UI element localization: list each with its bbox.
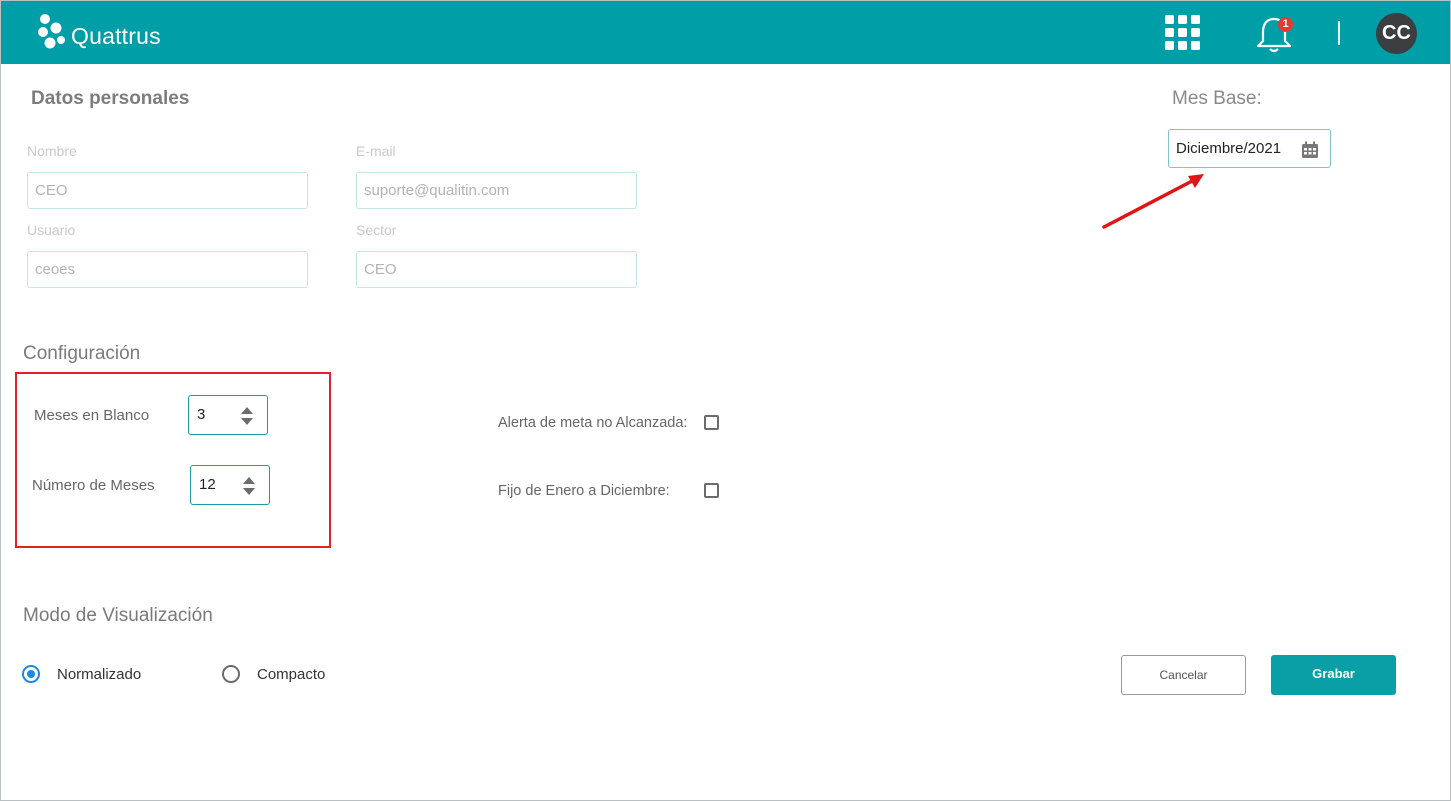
email-label: E-mail bbox=[356, 143, 396, 159]
meses-blanco-stepper[interactable]: 3 bbox=[188, 395, 268, 435]
annotation-arrow bbox=[1102, 174, 1204, 229]
view-mode-title: Modo de Visualización bbox=[23, 605, 213, 626]
calendar-icon[interactable] bbox=[1301, 141, 1319, 159]
numero-meses-value: 12 bbox=[199, 476, 216, 493]
radio-normalizado-label[interactable]: Normalizado bbox=[57, 666, 141, 683]
nombre-label: Nombre bbox=[27, 143, 77, 159]
alerta-label: Alerta de meta no Alcanzada: bbox=[498, 415, 688, 431]
radio-compacto-label[interactable]: Compacto bbox=[257, 666, 325, 683]
radio-compacto[interactable] bbox=[222, 665, 240, 683]
mes-base-datepicker[interactable]: Diciembre/2021 bbox=[1168, 129, 1331, 168]
fijo-checkbox[interactable] bbox=[704, 483, 719, 498]
sector-field[interactable]: CEO bbox=[356, 251, 637, 288]
top-bar: Quattrus 1 CC bbox=[1, 1, 1450, 64]
usuario-label: Usuario bbox=[27, 222, 76, 238]
topbar-divider bbox=[1338, 21, 1340, 45]
save-button[interactable]: Grabar bbox=[1271, 655, 1396, 695]
app-name: Quattrus bbox=[71, 23, 161, 49]
fijo-label: Fijo de Enero a Diciembre: bbox=[498, 483, 670, 499]
spinner-arrows-icon[interactable] bbox=[240, 406, 254, 426]
mes-base-value: Diciembre/2021 bbox=[1176, 140, 1282, 157]
alerta-checkbox[interactable] bbox=[704, 415, 719, 430]
sector-label: Sector bbox=[356, 222, 397, 238]
meses-blanco-value: 3 bbox=[197, 406, 206, 423]
personal-section-title: Datos personales bbox=[31, 88, 190, 109]
notifications-badge: 1 bbox=[1278, 17, 1293, 32]
config-section-title: Configuración bbox=[23, 343, 141, 364]
numero-meses-stepper[interactable]: 12 bbox=[190, 465, 270, 505]
highlight-box bbox=[15, 372, 331, 548]
nombre-field[interactable]: CEO bbox=[27, 172, 308, 209]
radio-normalizado[interactable] bbox=[22, 665, 40, 683]
usuario-field[interactable]: ceoes bbox=[27, 251, 308, 288]
numero-meses-label: Número de Meses bbox=[32, 477, 155, 494]
cancel-button[interactable]: Cancelar bbox=[1121, 655, 1246, 695]
mes-base-title: Mes Base: bbox=[1172, 88, 1262, 109]
spinner-arrows-icon[interactable] bbox=[242, 476, 256, 496]
email-field[interactable]: suporte@qualitin.com bbox=[356, 172, 637, 209]
apps-grid-icon[interactable] bbox=[1164, 14, 1202, 52]
meses-blanco-label: Meses en Blanco bbox=[34, 407, 150, 424]
user-avatar[interactable]: CC bbox=[1376, 13, 1417, 54]
